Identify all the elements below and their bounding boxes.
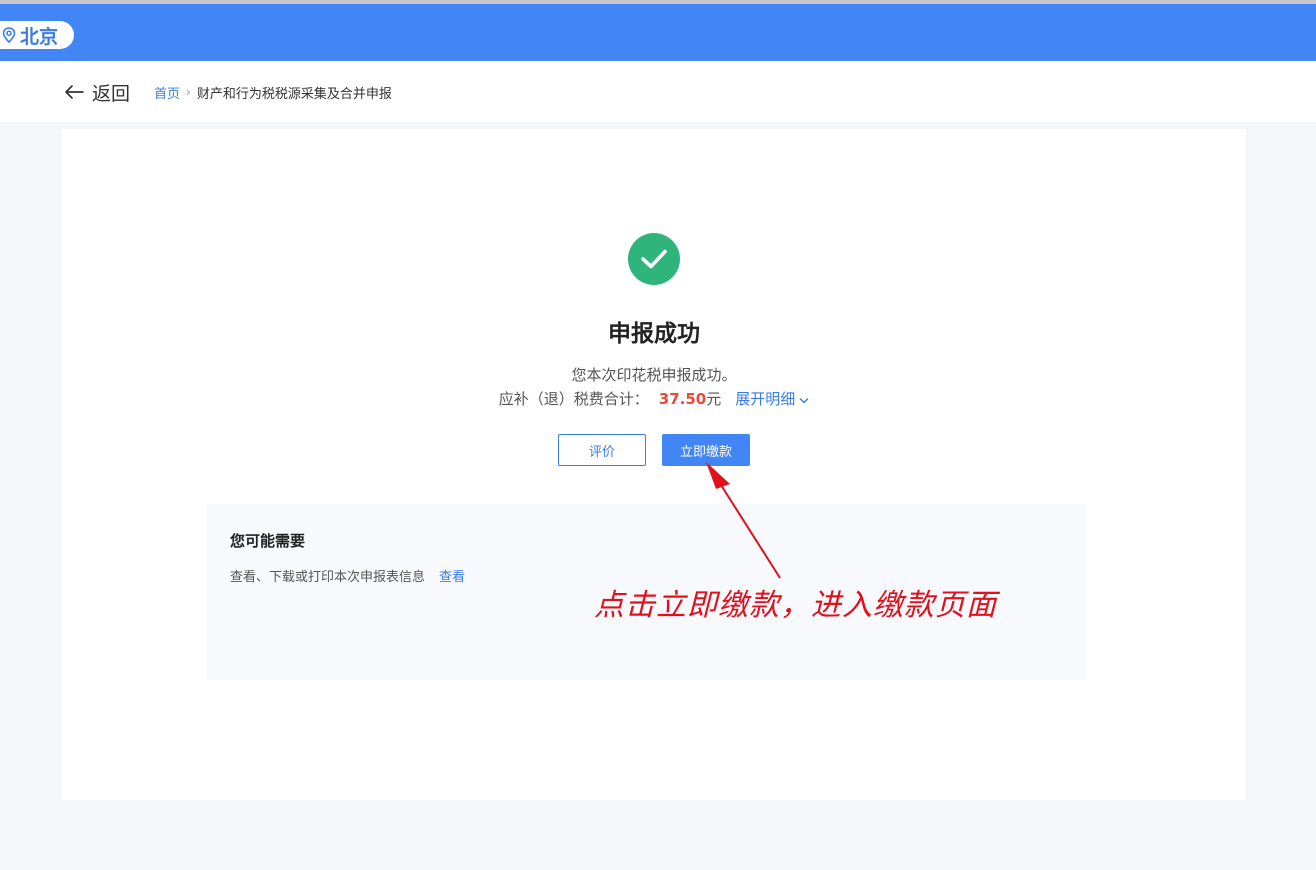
arrow-left-icon (64, 84, 84, 100)
rate-button[interactable]: 评价 (558, 434, 646, 466)
result-card: 申报成功 您本次印花税申报成功。 应补（退）税费合计： 37.50 元 展开明细… (62, 129, 1246, 800)
breadcrumb-home-link[interactable]: 首页 (154, 83, 180, 102)
pay-now-button[interactable]: 立即缴款 (662, 434, 750, 466)
suggestions-title: 您可能需要 (230, 532, 306, 550)
amount-label: 应补（退）税费合计： (498, 390, 649, 408)
back-button[interactable]: 返回 (64, 79, 130, 105)
suggestion-text: 查看、下载或打印本次申报表信息 (230, 570, 426, 585)
expand-details-link[interactable]: 展开明细 (735, 388, 809, 409)
result-message: 您本次印花税申报成功。 (571, 366, 737, 384)
back-label: 返回 (92, 82, 131, 105)
breadcrumb: 首页 › 财产和行为税税源采集及合并申报 (154, 83, 392, 102)
amount-unit: 元 (706, 390, 722, 408)
top-bar: 北京 (0, 4, 1316, 61)
city-name: 北京 (20, 25, 59, 48)
chevron-down-icon (799, 390, 809, 408)
check-circle-icon (628, 233, 680, 285)
nav-bar: 返回 首页 › 财产和行为税税源采集及合并申报 (0, 61, 1316, 122)
view-link[interactable]: 查看 (439, 566, 465, 585)
city-selector[interactable]: 北京 (0, 21, 75, 49)
breadcrumb-separator: › (186, 85, 191, 99)
location-pin-icon (2, 27, 16, 43)
result-title: 申报成功 (608, 321, 700, 347)
annotation-text: 点击立即缴款，进入缴款页面 (594, 588, 997, 623)
suggestion-item: 查看、下载或打印本次申报表信息 查看 (230, 566, 465, 585)
breadcrumb-current: 财产和行为税税源采集及合并申报 (196, 86, 392, 102)
page: 北京 返回 首页 › 财产和行为税税源采集及合并申报 申报成功 您本次印花税申报… (0, 0, 1316, 870)
amount-row: 应补（退）税费合计： 37.50 元 展开明细 (62, 388, 1246, 409)
expand-details-label: 展开明细 (735, 390, 796, 408)
amount-value: 37.50 (658, 389, 707, 408)
